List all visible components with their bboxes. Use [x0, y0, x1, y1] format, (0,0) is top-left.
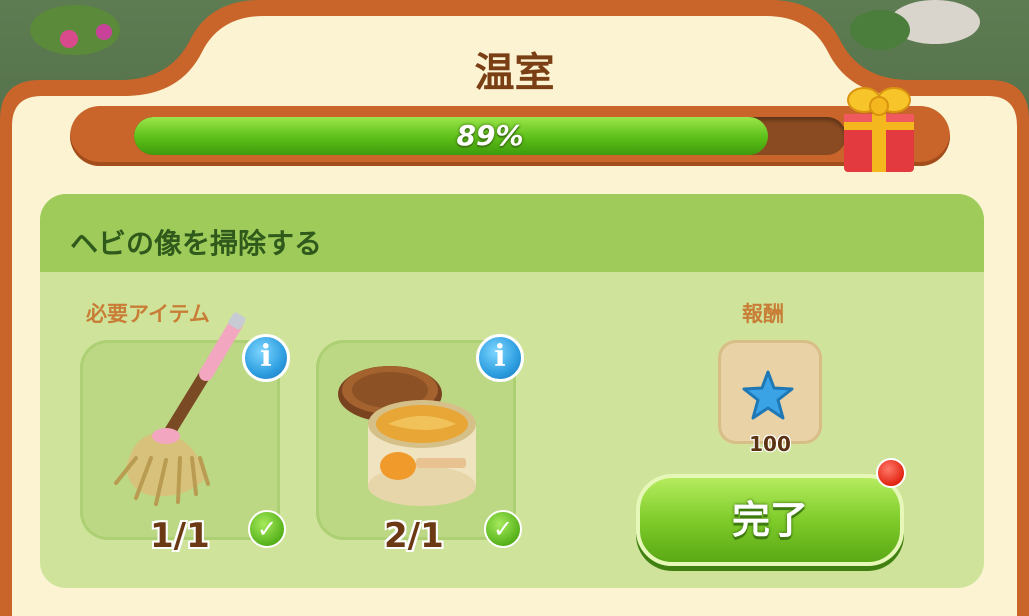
check-icon: ✓: [248, 510, 286, 548]
blue-star-icon: [742, 370, 794, 420]
item-count-polish-jar: 2/1: [384, 516, 444, 556]
complete-button-label[interactable]: 完了: [636, 474, 904, 566]
gift-box-icon[interactable]: [838, 76, 920, 176]
polish-jar-icon: [338, 366, 476, 506]
task-title: ヘビの像を掃除する: [70, 227, 323, 260]
info-button-mop[interactable]: i: [242, 334, 290, 382]
reward-amount: 100: [749, 432, 791, 456]
check-icon: ✓: [484, 510, 522, 548]
progress-percent: 89%: [456, 119, 524, 152]
info-button-polish-jar[interactable]: i: [476, 334, 524, 382]
mop-icon: [114, 312, 246, 506]
item-count-mop: 1/1: [150, 516, 210, 556]
notification-dot: [876, 458, 906, 488]
reward-label: 報酬: [742, 302, 784, 326]
